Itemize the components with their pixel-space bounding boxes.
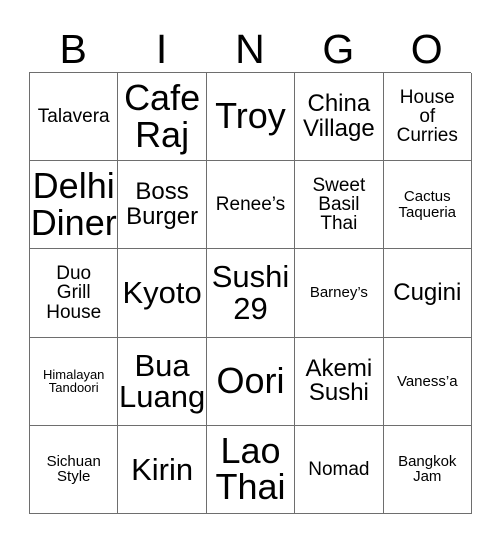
bingo-cell[interactable]: Cafe Raj (118, 73, 207, 162)
bingo-cell-label: Cafe Raj (124, 76, 201, 155)
bingo-cell[interactable]: Troy (206, 73, 296, 162)
bingo-header-letter-g: G (322, 26, 355, 72)
bingo-cell[interactable]: Sweet Basil Thai (295, 161, 384, 250)
bingo-cell[interactable]: Duo Grill House (30, 249, 119, 338)
bingo-cell[interactable]: Oori (206, 337, 296, 426)
bingo-cell-label: Sichuan Style (46, 453, 101, 486)
bingo-cell-label: Duo Grill House (46, 262, 102, 323)
bingo-grid: Talavera Cafe Raj Troy China Village Hou… (29, 72, 472, 514)
bingo-cell[interactable]: Bua Luang (118, 337, 207, 426)
bingo-cell[interactable]: Lao Thai (206, 425, 296, 514)
bingo-header-letter-i: I (155, 26, 168, 72)
bingo-cell[interactable]: China Village (295, 73, 384, 162)
bingo-cell-label: Bua Luang (118, 347, 206, 415)
bingo-cell-label: Troy (215, 95, 286, 137)
bingo-cell[interactable]: Sushi 29 (206, 249, 296, 338)
bingo-cell[interactable]: Kirin (118, 425, 207, 514)
bingo-cell-label: Delhi Diner (30, 165, 117, 243)
bingo-cell[interactable]: House of Curries (383, 73, 472, 162)
bingo-header-row: B I N G O (29, 14, 471, 72)
bingo-row: Delhi Diner Boss Burger Renee’s Sweet Ba… (30, 161, 472, 250)
bingo-row: Himalayan Tandoori Bua Luang Oori Akemi … (30, 337, 472, 426)
bingo-cell[interactable]: Himalayan Tandoori (30, 337, 119, 426)
bingo-header-letter-o: O (410, 26, 443, 72)
bingo-cell-label: Akemi Sushi (305, 354, 373, 407)
bingo-cell-label: China Village (303, 90, 375, 142)
bingo-header-letter-b: B (59, 26, 87, 72)
bingo-cell-label: Sweet Basil Thai (312, 174, 366, 235)
bingo-cell[interactable]: Bangkok Jam (383, 425, 472, 514)
bingo-cell[interactable]: Nomad (295, 425, 384, 514)
bingo-cell[interactable]: Cactus Taqueria (383, 161, 472, 250)
bingo-row: Duo Grill House Kyoto Sushi 29 Barney’s … (30, 249, 472, 338)
bingo-cell-label: Barney’s (309, 284, 368, 302)
bingo-cell-label: Bangkok Jam (398, 453, 457, 486)
bingo-cell[interactable]: Sichuan Style (30, 425, 119, 514)
bingo-cell-label: Himalayan Tandoori (42, 366, 105, 396)
bingo-cell[interactable]: Boss Burger (118, 161, 207, 250)
bingo-cell-label: Cugini (393, 278, 462, 306)
bingo-cell-label: House of Curries (396, 86, 458, 147)
bingo-cell[interactable]: Vaness’a (383, 337, 472, 426)
bingo-cell-label: Cactus Taqueria (398, 188, 457, 221)
bingo-card: B I N G O Talavera Cafe Raj Troy China V… (29, 14, 472, 514)
bingo-cell-label: Renee’s (215, 194, 286, 216)
bingo-cell-label: Kirin (131, 451, 194, 487)
bingo-cell-label: Boss Burger (126, 178, 199, 230)
bingo-cell[interactable]: Renee’s (206, 161, 296, 250)
bingo-cell-label: Nomad (308, 458, 370, 480)
bingo-cell-label: Kyoto (122, 275, 202, 311)
bingo-cell[interactable]: Kyoto (118, 249, 207, 338)
bingo-header-letter-n: N (235, 26, 265, 72)
bingo-cell[interactable]: Delhi Diner (30, 161, 119, 250)
bingo-cell-label: Talavera (37, 105, 110, 127)
bingo-cell[interactable]: Cugini (383, 249, 472, 338)
bingo-cell[interactable]: Barney’s (295, 249, 384, 338)
bingo-cell-label: Lao Thai (215, 429, 286, 508)
bingo-cell[interactable]: Akemi Sushi (295, 337, 384, 426)
bingo-cell-label: Vaness’a (396, 372, 458, 390)
bingo-cell[interactable]: Talavera (30, 73, 119, 162)
bingo-row: Sichuan Style Kirin Lao Thai Nomad Bangk… (30, 425, 472, 514)
bingo-cell-label: Sushi 29 (211, 259, 290, 326)
bingo-row: Talavera Cafe Raj Troy China Village Hou… (30, 73, 472, 162)
bingo-cell-label: Oori (216, 359, 285, 401)
